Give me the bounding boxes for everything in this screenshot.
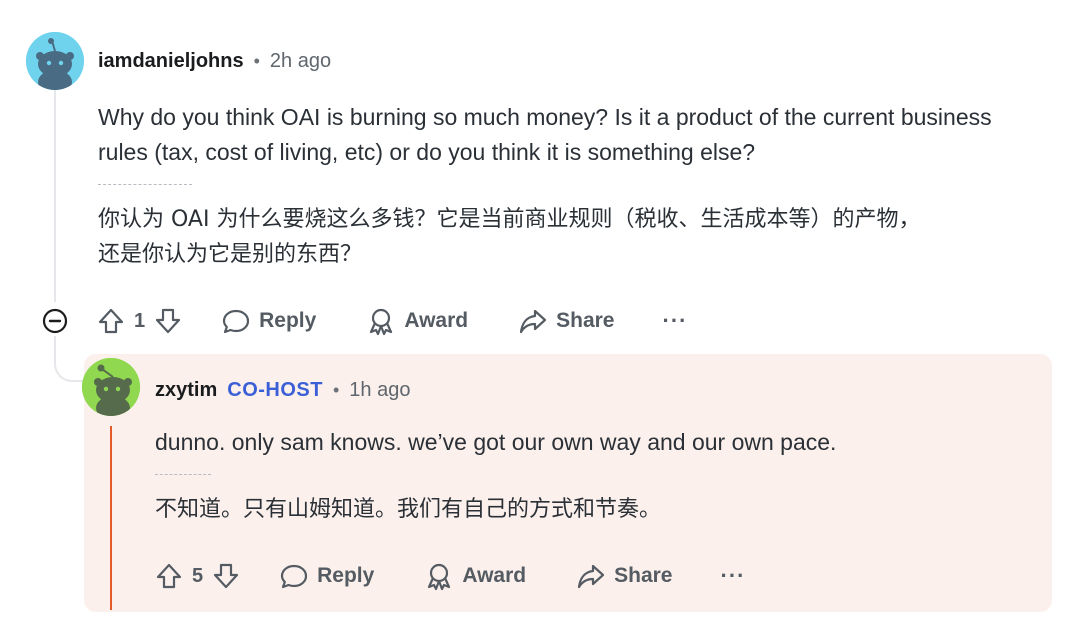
comment-body-en: dunno. only sam knows. we’ve got our own… [155, 429, 837, 455]
more-options-button[interactable]: ··· [663, 308, 688, 334]
downvote-icon [156, 308, 181, 334]
reply-icon [281, 564, 308, 589]
upvote-button[interactable] [154, 561, 184, 591]
comment-body-zh-line: 还是你认为它是别的东西？ [98, 242, 363, 267]
snoo-avatar-icon [26, 32, 84, 90]
reply-icon [223, 309, 250, 334]
award-button[interactable]: Award [424, 561, 526, 591]
more-icon: ··· [662, 308, 688, 333]
timestamp[interactable]: 1h ago [349, 379, 410, 402]
comment-actions: 1 Reply Award Share ··· [96, 299, 687, 343]
divider [98, 184, 192, 185]
thread-line [54, 90, 56, 302]
share-icon [520, 309, 547, 334]
reply-button[interactable]: Reply [279, 561, 374, 591]
reply-button[interactable]: Reply [221, 306, 316, 336]
collapse-icon [42, 308, 68, 334]
share-button[interactable]: Share [576, 561, 673, 591]
share-button[interactable]: Share [518, 306, 615, 336]
collapse-button[interactable] [42, 308, 68, 334]
username[interactable]: zxytim [155, 379, 217, 402]
cohost-badge: CO-HOST [227, 378, 323, 401]
share-icon [578, 564, 605, 589]
comment-body-zh: 你认为 OAI 为什么要烧这么多钱？它是当前商业规则（税收、生活成本等）的产物，… [98, 202, 1058, 272]
upvote-icon [98, 308, 124, 334]
separator-dot: • [332, 379, 340, 400]
separator-dot: • [253, 50, 260, 71]
reply-thread-line [110, 426, 112, 610]
more-icon: ··· [720, 563, 746, 588]
username[interactable]: iamdanieljohns [98, 50, 244, 73]
more-options-button[interactable]: ··· [721, 563, 746, 589]
award-label: Award [404, 309, 469, 332]
comment-actions: 5 Reply Award Share ··· [154, 554, 745, 598]
snoo-avatar-icon [82, 358, 140, 416]
avatar[interactable] [82, 358, 140, 416]
comment-body-zh-line: 你认为 OAI 为什么要烧这么多钱？它是当前商业规则（税收、生活成本等）的产物， [98, 207, 921, 232]
comment-body-zh: 不知道。只有山姆知道。我们有自己的方式和节奏。 [155, 497, 662, 522]
reply-label: Reply [317, 564, 375, 587]
downvote-button[interactable] [153, 306, 183, 336]
timestamp[interactable]: 2h ago [270, 50, 331, 73]
divider [155, 474, 211, 475]
share-label: Share [556, 309, 615, 332]
comment-body-en: Why do you think OAI is burning so much … [98, 104, 992, 165]
award-label: Award [462, 564, 527, 587]
reply-label: Reply [259, 309, 317, 332]
comment-header: zxytim CO-HOST • 1h ago [155, 375, 410, 405]
award-button[interactable]: Award [366, 306, 468, 336]
downvote-icon [214, 563, 239, 589]
award-icon [370, 308, 393, 336]
upvote-button[interactable] [96, 306, 126, 336]
award-icon [428, 563, 451, 591]
vote-count: 1 [134, 309, 146, 332]
upvote-icon [156, 563, 182, 589]
avatar[interactable] [26, 32, 84, 90]
comment-header: iamdanieljohns • 2h ago [98, 46, 331, 76]
vote-count: 5 [192, 564, 204, 587]
downvote-button[interactable] [211, 561, 241, 591]
share-label: Share [614, 564, 673, 587]
